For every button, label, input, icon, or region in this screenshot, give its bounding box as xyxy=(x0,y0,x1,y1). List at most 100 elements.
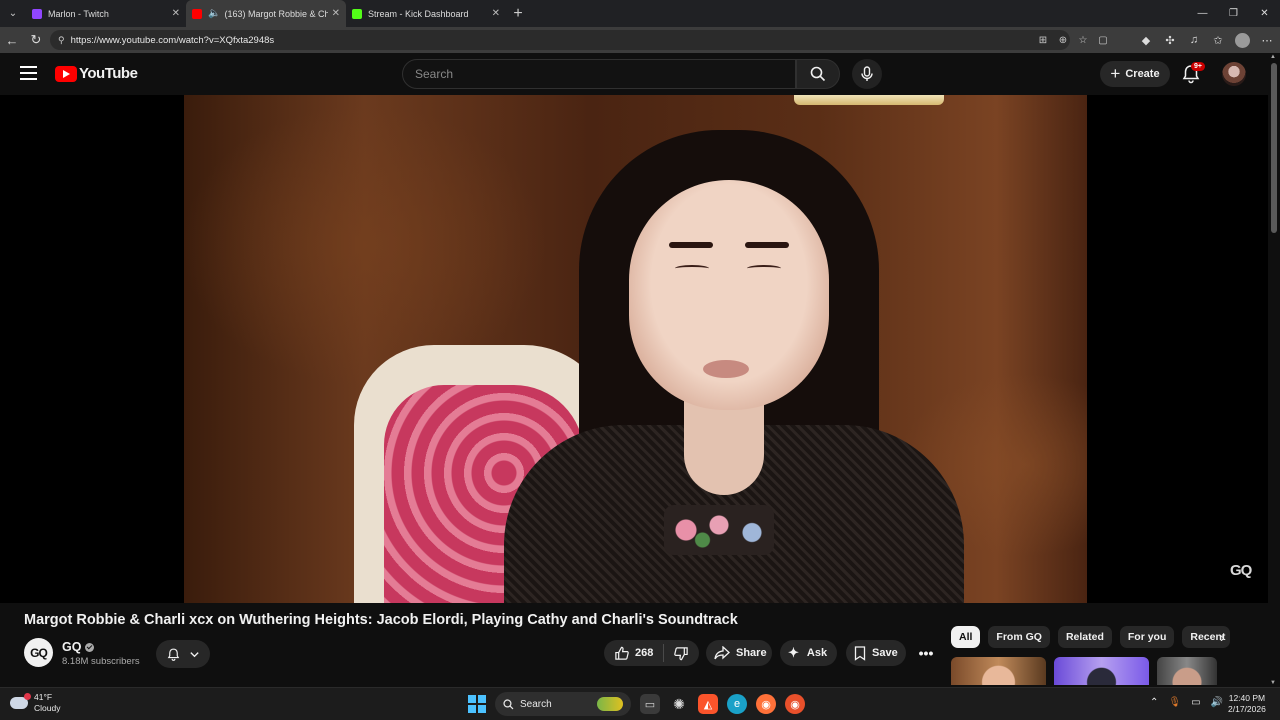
create-button[interactable]: + Create xyxy=(1100,61,1170,87)
taskbar-clock[interactable]: 12:40 PM 2/17/2026 xyxy=(1228,693,1266,715)
kick-favicon-icon xyxy=(352,8,362,19)
chip-for-you[interactable]: For you xyxy=(1119,626,1175,648)
restore-icon[interactable]: ❐ xyxy=(1218,0,1249,27)
brave-browser-icon[interactable]: ◭ xyxy=(698,694,718,714)
account-avatar[interactable] xyxy=(1222,62,1246,86)
show-hidden-icons-icon[interactable]: ⌃ xyxy=(1150,697,1158,708)
youtube-header: YouTube Search + Create 9+ xyxy=(0,53,1268,95)
channel-watermark[interactable]: GQ xyxy=(1230,562,1252,579)
firefox-browser-icon[interactable]: ◉ xyxy=(756,694,776,714)
person-face xyxy=(629,180,829,410)
back-button[interactable]: ← xyxy=(0,27,24,53)
windows-start-icon[interactable] xyxy=(468,695,486,713)
video-player[interactable] xyxy=(0,95,1268,603)
favorites-icon[interactable]: ✩ xyxy=(1211,34,1225,47)
more-horizontal-icon: ••• xyxy=(918,645,934,661)
weather-widget[interactable]: 41°F Cloudy xyxy=(10,692,60,714)
thumbs-down-icon xyxy=(674,646,689,660)
related-thumbnail[interactable] xyxy=(951,657,1046,685)
app-install-icon[interactable]: ⊞ xyxy=(1036,35,1050,46)
extension-diamond-icon[interactable]: ◆ xyxy=(1139,34,1153,47)
tab-twitch[interactable]: Marlon - Twitch ✕ xyxy=(26,0,186,27)
subscription-notifications-button[interactable] xyxy=(156,640,210,668)
search-icon xyxy=(810,66,826,82)
profile-icon[interactable] xyxy=(1235,32,1250,48)
plus-icon: + xyxy=(1110,64,1121,83)
scrollbar-thumb[interactable] xyxy=(1271,63,1277,233)
notification-badge: 9+ xyxy=(1191,62,1205,71)
lips xyxy=(703,360,749,378)
right-brow xyxy=(745,242,789,248)
related-thumbnail[interactable] xyxy=(1157,657,1217,685)
chevron-down-icon xyxy=(190,651,199,657)
scroll-up-arrow-icon[interactable]: ▲ xyxy=(1270,54,1276,60)
favorite-star-icon[interactable]: ☆ xyxy=(1076,35,1090,46)
related-video-thumbnails xyxy=(951,657,1217,685)
firefox-alt-browser-icon[interactable]: ◉ xyxy=(785,694,805,714)
close-window-icon[interactable]: ✕ xyxy=(1249,0,1280,27)
search-button[interactable] xyxy=(796,59,840,89)
left-eye xyxy=(675,265,709,272)
tab-list-button[interactable]: ⌄ xyxy=(0,0,26,27)
youtube-favicon-icon xyxy=(192,8,202,19)
create-label: Create xyxy=(1125,68,1160,80)
channel-avatar[interactable]: GQ xyxy=(24,638,53,667)
page-scrollbar[interactable]: ▲ ▼ xyxy=(1268,53,1280,687)
close-tab-icon[interactable]: ✕ xyxy=(492,8,500,19)
tab-title: Marlon - Twitch xyxy=(48,8,109,19)
tab-youtube[interactable]: 🔈 (163) Margot Robbie & Charli ✕ xyxy=(186,0,346,27)
save-button[interactable]: Save xyxy=(846,640,906,666)
volume-icon[interactable]: 🔊 xyxy=(1211,697,1223,708)
bookmark-icon xyxy=(854,645,866,661)
close-tab-icon[interactable]: ✕ xyxy=(332,8,340,19)
site-info-icon[interactable]: ⚲ xyxy=(58,35,65,46)
chip-from-gq[interactable]: From GQ xyxy=(988,626,1050,648)
chip-all[interactable]: All xyxy=(951,626,981,648)
chip-related[interactable]: Related xyxy=(1057,626,1112,648)
reader-view-icon[interactable]: ▢ xyxy=(1096,35,1110,46)
channel-name[interactable]: GQ xyxy=(62,640,95,654)
sparkle-icon: ✦ xyxy=(788,645,799,660)
extensions-puzzle-icon[interactable]: ✣ xyxy=(1163,34,1177,47)
like-count: 268 xyxy=(635,647,654,659)
taskbar-search[interactable]: Search xyxy=(495,692,631,716)
search-highlight-icon xyxy=(597,697,623,711)
speaker-icon[interactable]: 🔈 xyxy=(208,8,220,19)
clock-date: 2/17/2026 xyxy=(1228,704,1266,714)
edge-browser-icon[interactable]: e xyxy=(727,694,747,714)
openai-app-icon[interactable]: ✺ xyxy=(669,694,689,714)
reload-button[interactable]: ↻ xyxy=(24,27,48,53)
windows-taskbar: 41°F Cloudy Search ▭ ✺ ◭ e ◉ ◉ ⌃ 🎙 ▭ 🔊 1… xyxy=(0,687,1280,720)
share-button[interactable]: Share xyxy=(706,640,772,666)
microphone-tray-icon[interactable]: 🎙 xyxy=(1168,697,1181,708)
network-icon[interactable]: ▭ xyxy=(1191,697,1200,708)
related-thumbnail[interactable] xyxy=(1054,657,1149,685)
url-text: https://www.youtube.com/watch?v=XQfxta29… xyxy=(70,34,275,46)
lamp-light xyxy=(794,95,944,105)
menu-icon[interactable] xyxy=(20,66,37,80)
browser-menu-icon[interactable]: ⋯ xyxy=(1260,34,1274,47)
clock-time: 12:40 PM xyxy=(1228,693,1266,703)
video-frame[interactable] xyxy=(184,95,1087,603)
close-tab-icon[interactable]: ✕ xyxy=(172,8,180,19)
chevron-right-icon[interactable]: › xyxy=(1220,629,1225,645)
microphone-icon xyxy=(861,66,873,81)
zoom-icon[interactable]: ⊕ xyxy=(1056,35,1070,46)
youtube-logo[interactable]: YouTube xyxy=(55,65,138,82)
like-button[interactable]: 268 xyxy=(604,644,665,662)
dislike-button[interactable] xyxy=(664,646,689,661)
voice-search-button[interactable] xyxy=(852,59,882,89)
scroll-down-arrow-icon[interactable]: ▼ xyxy=(1270,680,1276,686)
youtube-play-logo-icon xyxy=(55,65,77,82)
ask-button[interactable]: ✦ Ask xyxy=(780,640,837,666)
url-field[interactable]: ⚲ https://www.youtube.com/watch?v=XQfxta… xyxy=(50,30,1070,50)
video-title: Margot Robbie & Charli xcx on Wuthering … xyxy=(24,612,738,628)
task-view-icon[interactable]: ▭ xyxy=(640,694,660,714)
new-tab-button[interactable]: + xyxy=(506,0,530,27)
media-control-icon[interactable]: ♫ xyxy=(1187,34,1201,46)
minimize-icon[interactable]: — xyxy=(1187,0,1218,27)
more-actions-button[interactable]: ••• xyxy=(912,640,940,666)
taskbar-apps: Search ▭ ✺ ◭ e ◉ ◉ xyxy=(468,692,805,716)
search-input[interactable]: Search xyxy=(402,59,796,89)
tab-kick[interactable]: Stream - Kick Dashboard ✕ xyxy=(346,0,506,27)
